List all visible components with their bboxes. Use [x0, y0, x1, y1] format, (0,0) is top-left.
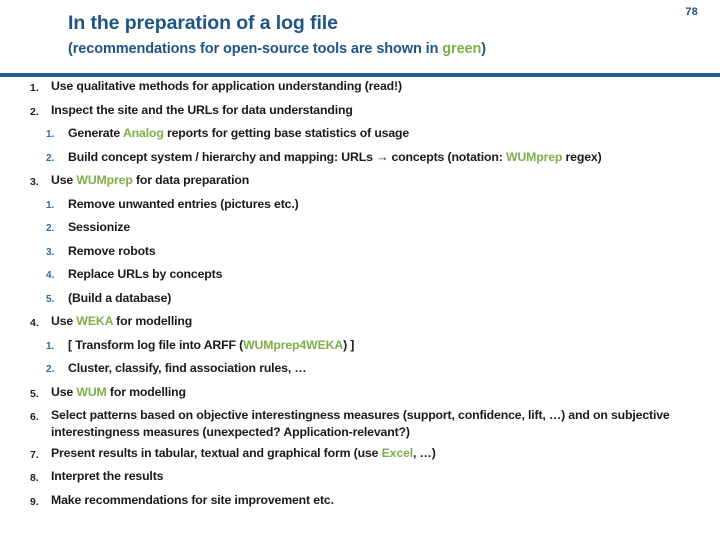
list-item-number: 2. — [30, 105, 39, 118]
sub-list-item-text-tool-name: WUMprep4WEKA — [243, 337, 344, 352]
sub-list-item-text-segment: Generate — [68, 126, 123, 140]
sub-list-item-text-segment: Build concept system / hierarchy and map… — [68, 149, 506, 164]
list-item-number: 5. — [30, 387, 39, 400]
sub-list-item-number: 1. — [46, 199, 55, 211]
list-item-text: Inspect the site and the URLs for data u… — [51, 102, 706, 119]
list-item-number: 1. — [30, 82, 39, 94]
sub-list-item-number: 5. — [46, 293, 55, 305]
list-item-text-segment: for modelling — [106, 384, 186, 399]
list-item-text: Select patterns based on objective inter… — [51, 407, 706, 440]
sub-list-item-number: 1. — [46, 340, 55, 352]
sub-list-item-text-segment: ) ] — [343, 337, 355, 352]
list-item-text-segment: Use — [51, 384, 77, 399]
sub-list-item-number: 3. — [46, 246, 55, 258]
list-item-text-segment: Use — [51, 314, 77, 328]
list-item-text-tool-name: WEKA — [76, 314, 113, 328]
list-item: 9. Make recommendations for site improvem… — [0, 492, 720, 511]
list-item: 1. Use qualitative methods for applicatio… — [0, 78, 720, 97]
sub-list-item: 2. Cluster, classify, find association ru… — [0, 360, 720, 379]
list-item-text-tool-name: WUMprep — [76, 173, 133, 187]
sub-list-item: 1. Remove unwanted entries (pictures etc.… — [0, 196, 720, 215]
list-item-text: Interpret the results — [51, 468, 706, 485]
list-item-text: Present results in tabular, textual and … — [51, 445, 706, 462]
sub-list-item-text-segment: (Build a database) — [68, 290, 172, 305]
list-item: 4. Use WEKA for modelling — [0, 313, 720, 332]
list-item-number: 3. — [30, 176, 39, 188]
sub-list-item-text-segment: Replace URLs by concepts — [68, 267, 223, 281]
list-item-text-segment: Inspect the site and the URLs for data u… — [51, 102, 353, 117]
sub-list-item: 4. Replace URLs by concepts — [0, 266, 720, 285]
list-item-text: Make recommendations for site improvemen… — [51, 492, 706, 509]
list-item-text: Use WUMprep for data preparation — [51, 172, 706, 189]
sub-list-item-text-segment: [ Transform log file into ARFF ( — [68, 337, 244, 352]
sub-list-item-text: (Build a database) — [68, 290, 706, 307]
list-item-number: 8. — [30, 472, 39, 484]
sub-list-item: 1. [ Transform log file into ARFF (WUMpre… — [0, 337, 720, 356]
sub-list-item-number: 2. — [46, 364, 55, 375]
page-number: 78 — [685, 6, 698, 18]
header-divider-rule — [0, 73, 720, 77]
list-item-text-tool-name: Excel — [381, 445, 414, 460]
sub-list-item-text: Build concept system / hierarchy and map… — [68, 149, 706, 166]
sub-list-item-text: Remove unwanted entries (pictures etc.) — [68, 196, 706, 213]
subtitle-prefix: (recommendations for open-source tools a… — [68, 41, 443, 58]
list-item-number: 4. — [30, 317, 39, 329]
sub-list-item-text-segment: reports for getting base statistics of u… — [163, 126, 410, 140]
list-item-number: 9. — [30, 495, 39, 508]
list-item-text: Use WEKA for modelling — [51, 313, 706, 330]
slide-header: 78 In the preparation of a log file (rec… — [0, 0, 720, 77]
slide-body-list: 1. Use qualitative methods for applicatio… — [0, 78, 720, 515]
sub-list-item: 2. Build concept system / hierarchy and m… — [0, 149, 720, 168]
list-item-number: 7. — [30, 448, 39, 461]
sub-list-item: 3. Remove robots — [0, 243, 720, 262]
sub-list-item-text: Generate Analog reports for getting base… — [68, 125, 706, 142]
sub-list-item-text: Replace URLs by concepts — [68, 266, 706, 283]
sub-list-item-text-segment: regex) — [562, 149, 602, 164]
list-item-text-segment: Present results in tabular, textual and … — [51, 445, 382, 460]
list-item: 7. Present results in tabular, textual an… — [0, 445, 720, 464]
sub-list-item-number: 2. — [46, 152, 55, 164]
sub-list-item-text-segment: Cluster, classify, find association rule… — [68, 361, 307, 375]
sub-list-item-number: 2. — [46, 223, 55, 234]
title-block: In the preparation of a log file (recomm… — [0, 0, 720, 58]
sub-list-item-text-segment: Remove robots — [68, 243, 156, 258]
sub-list-item-text-segment: Remove unwanted entries (pictures etc.) — [68, 196, 299, 211]
sub-list-item-text-tool-name: Analog — [122, 126, 164, 140]
sub-list-item: 2. Sessionize — [0, 219, 720, 238]
sub-list-item-text-tool-name: WUMprep — [505, 149, 563, 164]
subtitle-suffix: ) — [481, 41, 487, 58]
sub-list-item-text: Cluster, classify, find association rule… — [68, 360, 706, 377]
subtitle-highlight-green: green — [442, 41, 482, 58]
list-item-text-segment: Use — [51, 173, 77, 187]
slide-subtitle: (recommendations for open-source tools a… — [68, 41, 720, 57]
sub-list-item: 5. (Build a database) — [0, 290, 720, 309]
sub-list-item-text: Sessionize — [68, 219, 706, 236]
list-item-text: Use qualitative methods for application … — [51, 78, 706, 95]
list-item-text-segment: Use qualitative methods for application … — [51, 79, 402, 93]
sub-list-item-text: [ Transform log file into ARFF (WUMprep4… — [68, 337, 706, 354]
list-item: 3. Use WUMprep for data preparation — [0, 172, 720, 191]
list-item-text-segment: Make recommendations for site improvemen… — [51, 492, 334, 507]
list-item: 6. Select patterns based on objective int… — [0, 407, 720, 440]
list-item-text-tool-name: WUM — [76, 384, 107, 399]
list-item-text-segment: Interpret the results — [51, 469, 164, 483]
list-item-text: Use WUM for modelling — [51, 384, 706, 401]
sub-list-item-text: Remove robots — [68, 243, 706, 260]
sub-list-item-text-segment: Sessionize — [68, 220, 131, 234]
sub-list-item-number: 1. — [46, 129, 55, 140]
sub-list-item: 1. Generate Analog reports for getting ba… — [0, 125, 720, 144]
list-item-text-segment: , …) — [413, 445, 436, 460]
sub-list-item-number: 4. — [46, 270, 55, 281]
page-title: In the preparation of a log file — [68, 12, 338, 34]
list-item-number: 6. — [30, 411, 39, 423]
list-item: 2. Inspect the site and the URLs for data… — [0, 102, 720, 121]
list-item: 8. Interpret the results — [0, 468, 720, 487]
list-item: 5. Use WUM for modelling — [0, 384, 720, 403]
list-item-text-segment: for data preparation — [132, 173, 250, 187]
list-item-text-segment: for modelling — [112, 314, 193, 328]
list-item-text-segment: Select patterns based on objective inter… — [51, 408, 670, 439]
